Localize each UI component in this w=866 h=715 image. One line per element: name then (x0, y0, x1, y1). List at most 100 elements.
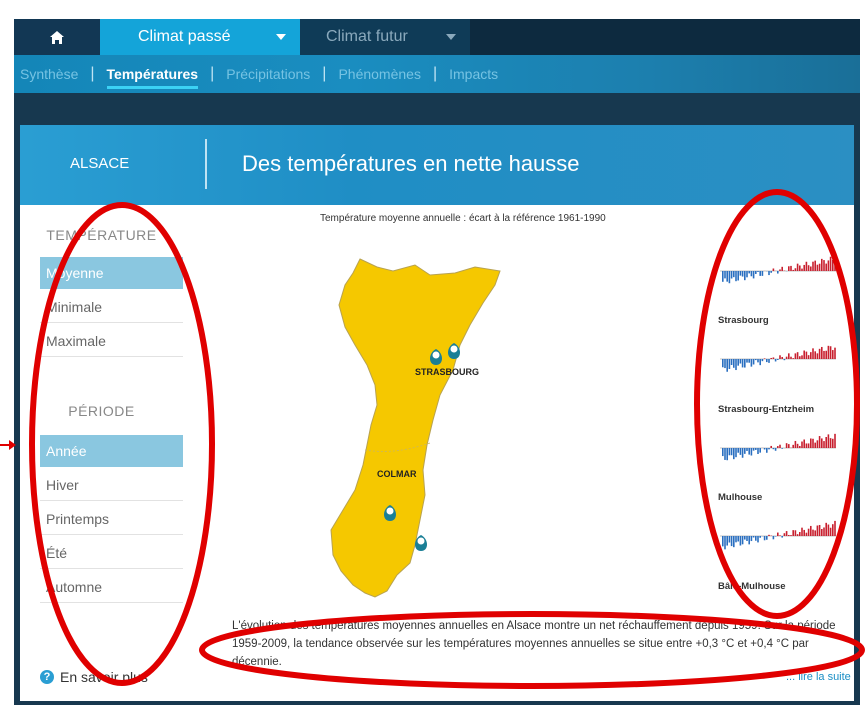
subnav-synthese[interactable]: Synthèse (14, 66, 90, 82)
thumbnail-bar (821, 529, 823, 536)
thumbnail-bar (818, 436, 821, 448)
thumbnail-bar (807, 265, 810, 271)
station-chart-thumbnail[interactable] (710, 333, 838, 381)
thumbnail-bar (792, 358, 794, 359)
thumbnail-bar (779, 444, 781, 448)
thumbnail-bar (777, 271, 779, 274)
thumbnail-bar (726, 536, 728, 546)
thumbnail-bar (818, 348, 821, 359)
thumbnail-bar (816, 525, 819, 536)
thumbnail-bar (722, 271, 724, 282)
thumbnail-bar (783, 533, 786, 536)
option-minimale[interactable]: Minimale (40, 291, 183, 323)
option-maximale[interactable]: Maximale (40, 325, 183, 357)
thumbnail-bar (805, 532, 808, 536)
temperature-heading: TEMPÉRATURE (46, 227, 157, 243)
thumbnail-bar (801, 355, 803, 359)
read-more-link[interactable]: ... lire la suite (786, 671, 851, 683)
subnav-phenomenes[interactable]: Phénomènes (326, 66, 433, 82)
thumbnail-bar (741, 448, 744, 458)
help-icon: ? (40, 670, 54, 684)
thumbnail-bar (766, 359, 768, 363)
annotation-arrowhead (9, 440, 16, 450)
thumbnail-bar (774, 536, 777, 537)
option-automne[interactable]: Automne (40, 571, 183, 603)
station-label-entzheim[interactable]: Strasbourg-Entzheim (718, 404, 814, 415)
info-link-label: En savoir plus (60, 669, 148, 685)
station-label-mulhouse[interactable]: Mulhouse (718, 492, 762, 503)
thumbnail-bar (788, 353, 790, 359)
thumbnail-bar (728, 448, 731, 456)
thumbnail-bar (755, 448, 757, 450)
main-content: TEMPÉRATURE Moyenne Minimale Maximale PÉ… (20, 205, 854, 701)
home-tab[interactable] (14, 19, 100, 55)
thumbnail-bar (785, 531, 788, 536)
thumbnail-bar (752, 271, 755, 279)
option-moyenne[interactable]: Moyenne (40, 257, 183, 289)
thumbnail-bar (768, 359, 770, 363)
thumbnail-bar (724, 359, 726, 369)
station-label-bale-mulhouse[interactable]: Bâle-Mulhouse (718, 581, 786, 592)
thumbnail-bar (816, 353, 819, 359)
thumbnail-bar (827, 524, 830, 536)
thumbnail-bar (763, 358, 766, 359)
thumbnail-bar (794, 268, 797, 271)
thumbnail-bar (805, 261, 808, 271)
thumbnail-bar (750, 359, 753, 367)
thumbnail-bar (810, 438, 812, 448)
thumbnail-bar (772, 536, 775, 540)
subnav-precipitations[interactable]: Précipitations (214, 66, 322, 82)
thumbnail-bar (832, 350, 834, 359)
thumbnail-bar (829, 438, 832, 448)
thumbnail-bar (739, 536, 742, 546)
thumbnail-bar (803, 529, 805, 536)
tab-climat-futur[interactable]: Climat futur (300, 19, 470, 55)
thumbnail-bar (827, 434, 830, 448)
station-chart-thumbnail[interactable] (710, 510, 838, 558)
tab-climat-passe-label: Climat passé (138, 28, 231, 45)
thumbnail-bar (763, 536, 766, 541)
option-hiver[interactable]: Hiver (40, 469, 183, 501)
thumbnail-bar (832, 259, 834, 271)
thumbnail-bar (733, 536, 735, 548)
subnav-temperatures[interactable]: Températures (95, 66, 211, 89)
thumbnail-bar (722, 536, 724, 547)
option-ete[interactable]: Été (40, 537, 183, 569)
thumbnail-bar (735, 271, 737, 282)
thumbnail-bar (722, 448, 724, 457)
subnav-impacts[interactable]: Impacts (437, 66, 510, 82)
thumbnail-bar (748, 448, 750, 455)
thumbnail-bar (730, 359, 733, 366)
info-link[interactable]: ? En savoir plus (40, 669, 148, 685)
thumbnail-bar (788, 534, 790, 536)
thumbnail-bar (726, 271, 728, 282)
thumbnail-bar (730, 536, 733, 547)
thumbnail-bar (748, 271, 750, 274)
thumbnail-bar (774, 359, 777, 362)
thumbnail-bar (750, 448, 753, 456)
option-annee[interactable]: Année (40, 435, 183, 467)
thumbnail-bar (757, 359, 759, 363)
station-chart-thumbnail[interactable] (710, 422, 838, 470)
tab-climat-passe[interactable]: Climat passé (100, 19, 300, 55)
thumbnail-bar (781, 356, 783, 359)
thumbnail-bar (779, 355, 781, 359)
thumbnail-bar (777, 359, 779, 360)
thumbnail-bar (829, 256, 832, 271)
thumbnail-bar (746, 359, 748, 363)
thumbnail-bar (737, 448, 739, 453)
thumbnail-bar (768, 534, 770, 536)
alsace-map[interactable]: STRASBOURG COLMAR (305, 245, 525, 625)
thumbnail-bar (766, 448, 768, 453)
thumbnail-bar (735, 448, 737, 458)
thumbnail-bar (814, 530, 816, 536)
thumbnail-bar (796, 263, 799, 271)
thumbnail-bar (832, 438, 834, 448)
thumbnail-bar (770, 357, 772, 359)
thumbnail-bar (733, 359, 735, 368)
thumbnail-bar (750, 536, 753, 542)
station-label-strasbourg[interactable]: Strasbourg (718, 315, 769, 326)
option-printemps[interactable]: Printemps (40, 503, 183, 535)
thumbnail-bar (807, 443, 810, 448)
station-chart-thumbnail[interactable] (710, 245, 838, 293)
